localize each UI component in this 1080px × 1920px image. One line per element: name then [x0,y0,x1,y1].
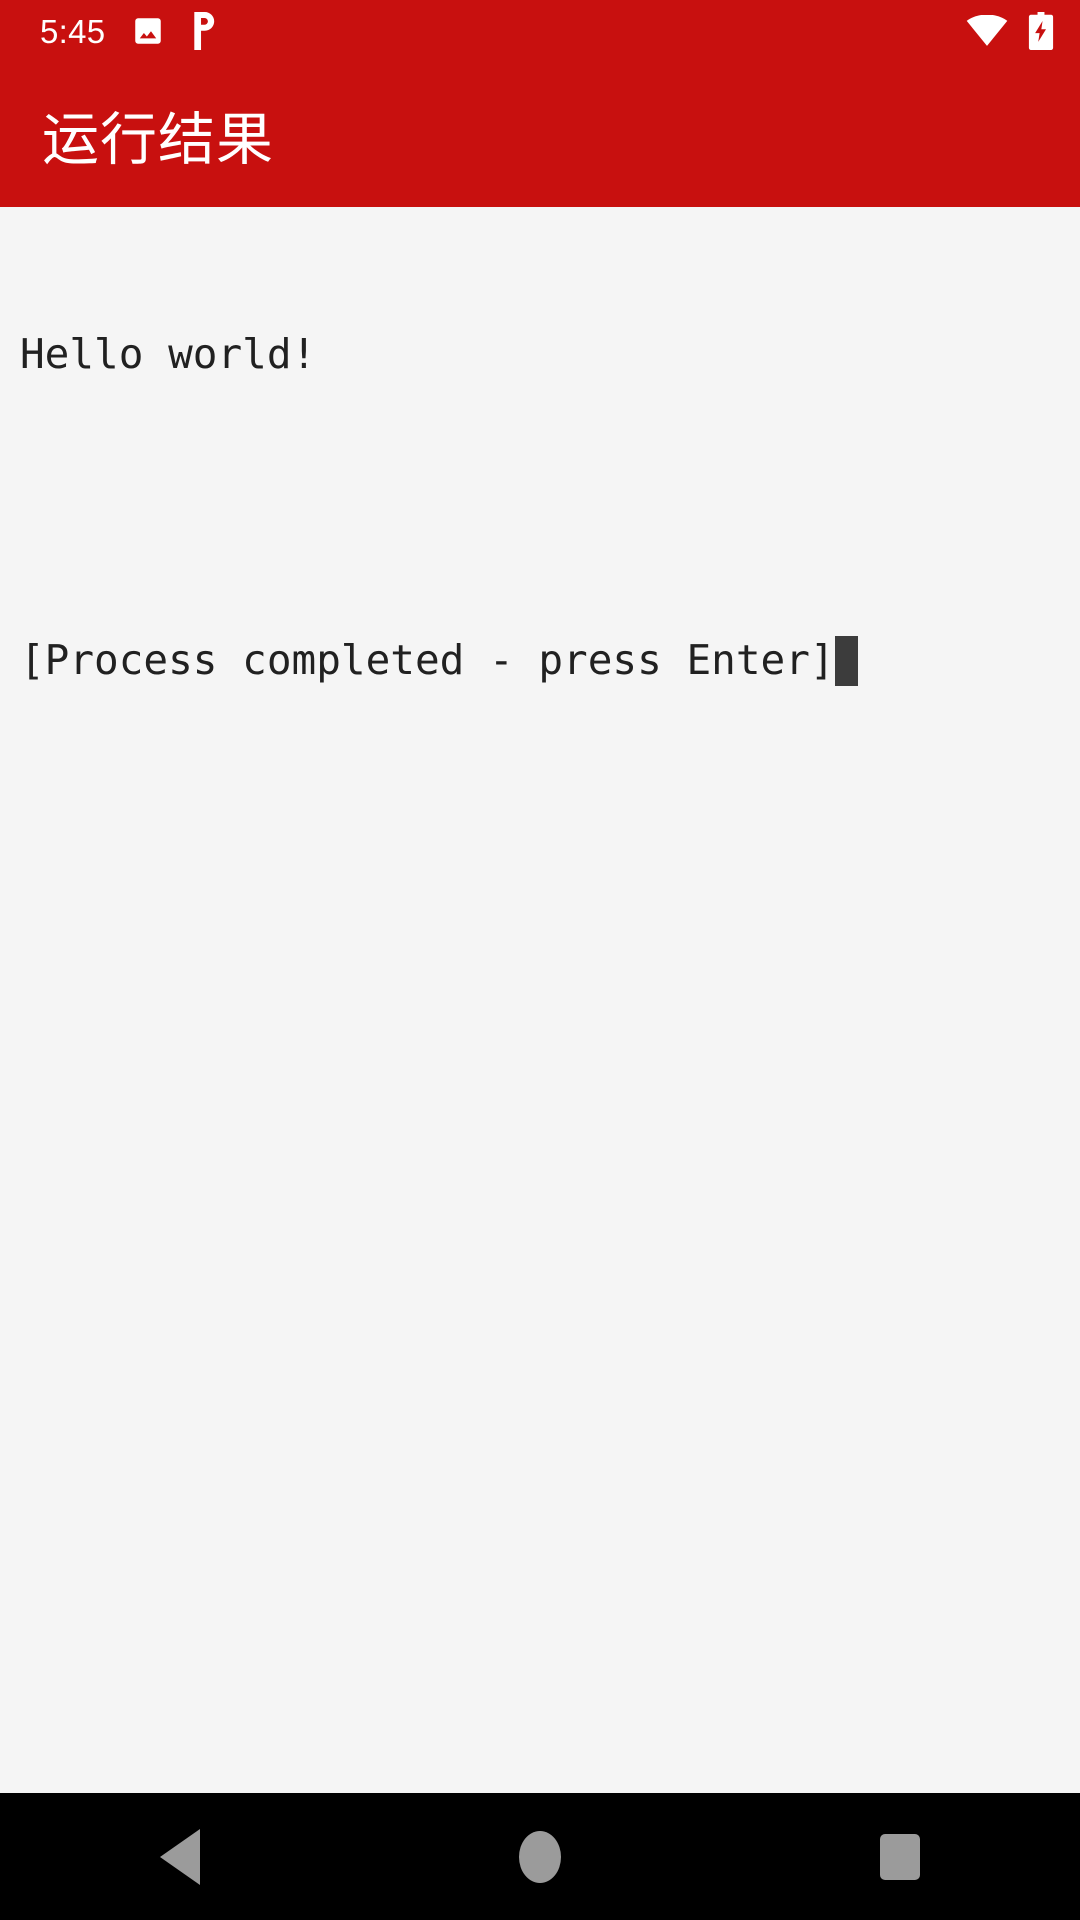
page-title: 运行结果 [42,107,274,172]
nav-back-button[interactable] [0,1793,360,1920]
app-bar: 5:45 运行结果 [0,0,1080,207]
home-circle-icon [519,1830,561,1883]
android-navigation-bar [0,1793,1080,1920]
status-bar-left: 5:45 [40,12,221,50]
terminal-cursor [834,635,858,686]
terminal-line: Hello world! [20,330,317,378]
wifi-icon [966,15,1008,47]
nav-recents-button[interactable] [720,1793,1080,1920]
status-clock: 5:45 [40,12,106,50]
back-triangle-icon [160,1828,200,1885]
status-bar: 5:45 [0,0,1080,62]
device-screen: 5:45 运行结果 Hello world! [Process complete… [0,0,1080,1920]
image-icon [131,14,165,48]
terminal-line-text: [Process completed - press Enter] [20,636,835,684]
p-app-icon [191,12,221,50]
status-bar-right [966,12,1054,50]
terminal-output: Hello world! [Process completed - press … [20,227,1080,788]
output-area[interactable]: Hello world! [Process completed - press … [0,207,1080,1793]
nav-home-button[interactable] [360,1793,720,1920]
recents-square-icon [880,1833,920,1880]
battery-charging-icon [1028,12,1054,50]
terminal-line: [Process completed - press Enter] [20,635,1080,686]
